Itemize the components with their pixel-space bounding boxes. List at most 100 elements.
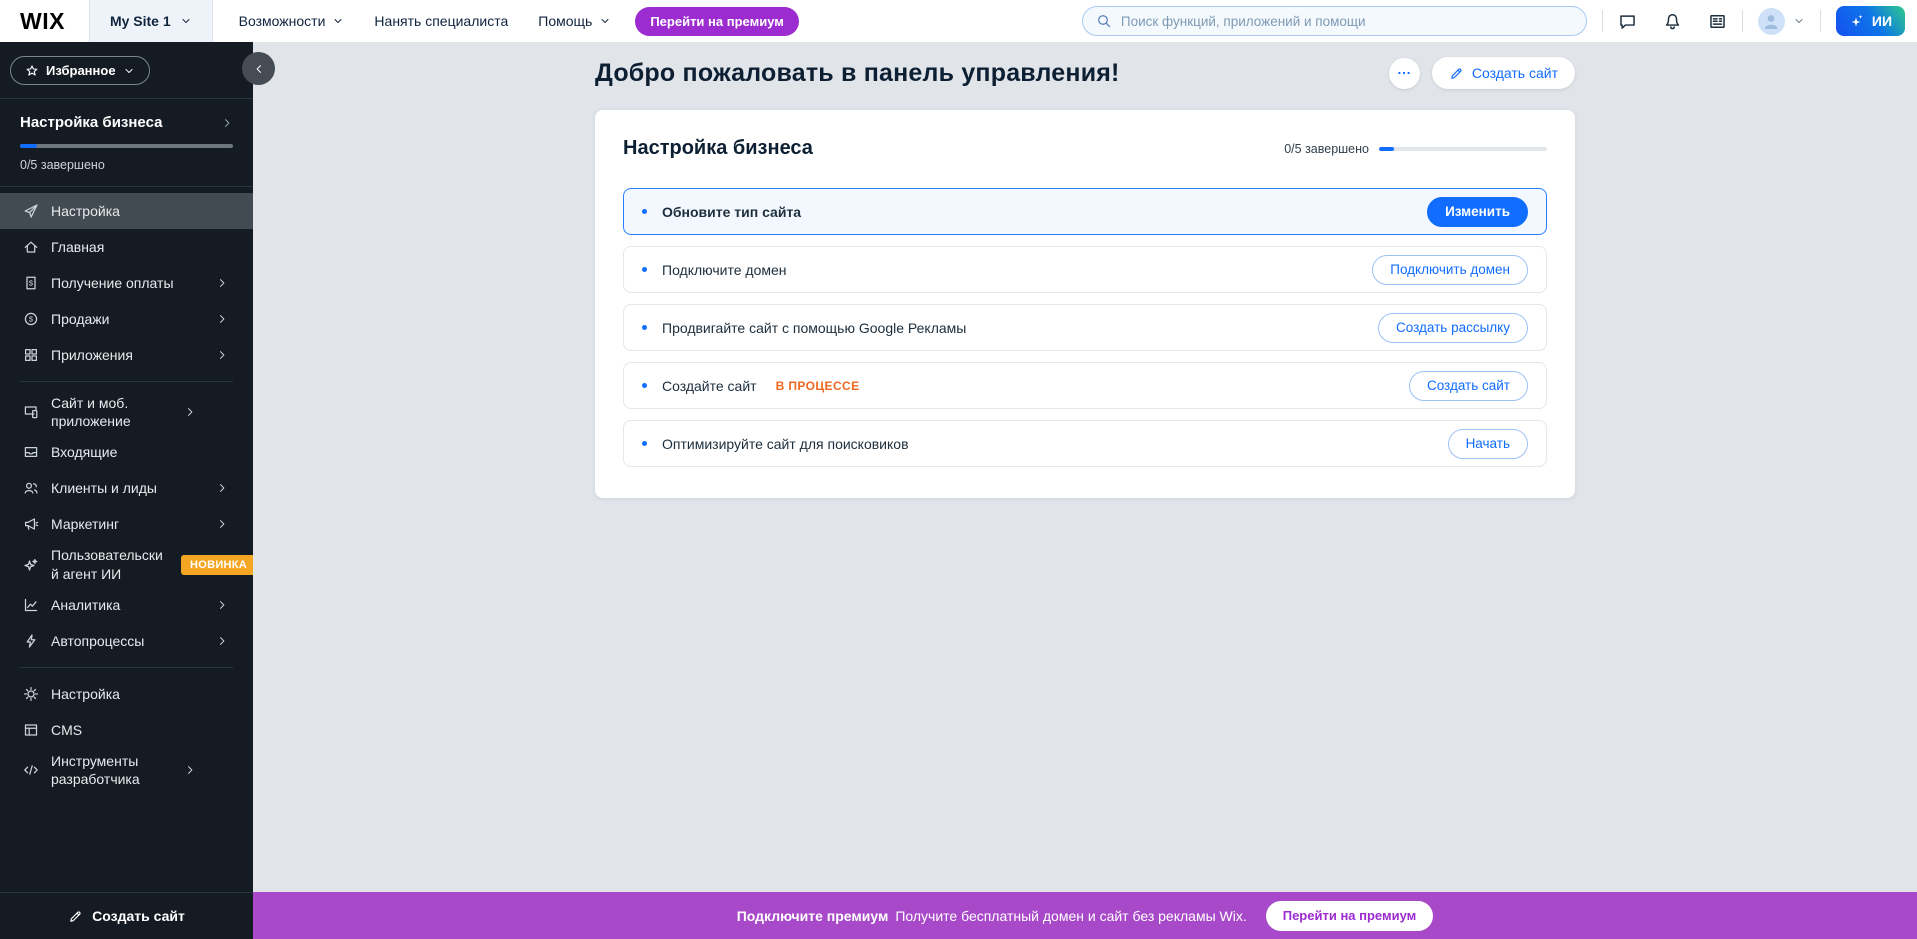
- people-icon: [22, 480, 39, 496]
- task-row[interactable]: Продвигайте сайт с помощью Google Реклам…: [623, 304, 1547, 351]
- ai-assistant-button[interactable]: ИИ: [1836, 6, 1905, 36]
- task-row[interactable]: Оптимизируйте сайт для поисковиков Начать: [623, 420, 1547, 467]
- header-nav-item-2[interactable]: Нанять специалиста: [374, 13, 508, 29]
- header-nav-item-3[interactable]: Помощь: [538, 13, 611, 29]
- task-bullet: [642, 209, 647, 214]
- chevron-right-icon: [213, 482, 230, 494]
- dots-icon: [1396, 65, 1412, 81]
- chevron-right-icon: [213, 349, 230, 361]
- sidebar-item-label: Инструменты разработчика: [51, 752, 169, 788]
- sidebar-footer-label: Создать сайт: [92, 908, 185, 924]
- task-action-button[interactable]: Подключить домен: [1372, 255, 1528, 285]
- favorites-button[interactable]: Избранное: [10, 56, 150, 85]
- sidebar-item-label: Сайт и моб. приложение: [51, 394, 169, 430]
- sidebar-item[interactable]: Клиенты и лиды: [0, 470, 253, 506]
- divider: [20, 381, 233, 382]
- svg-text:$: $: [28, 278, 33, 287]
- setup-progress-bar: [20, 144, 233, 148]
- chevron-right-icon: [181, 764, 198, 776]
- favorites-row: Избранное: [0, 42, 253, 98]
- home-icon: [22, 239, 39, 255]
- divider: [1742, 10, 1743, 32]
- news-icon[interactable]: [1708, 12, 1727, 31]
- sparkle-icon: [22, 557, 39, 573]
- task-row[interactable]: Обновите тип сайтаИзменить: [623, 188, 1547, 235]
- sidebar-item[interactable]: Главная: [0, 229, 253, 265]
- banner-premium-button[interactable]: Перейти на премиум: [1266, 901, 1434, 931]
- sidebar-item[interactable]: $Продажи: [0, 301, 253, 337]
- banner-text: Получите бесплатный домен и сайт без рек…: [895, 908, 1246, 924]
- sidebar-item[interactable]: Настройка: [0, 676, 253, 712]
- dollar-circle-icon: $: [22, 311, 39, 327]
- sidebar-item-label: Автопроцессы: [51, 632, 201, 650]
- search-box[interactable]: [1082, 6, 1587, 36]
- sidebar-item-label: Настройка: [51, 202, 201, 220]
- divider: [1820, 10, 1821, 32]
- sidebar-item-label: Настройка: [51, 685, 201, 703]
- task-action-button[interactable]: Изменить: [1427, 197, 1528, 227]
- more-options-button[interactable]: [1389, 58, 1420, 89]
- sidebar-item[interactable]: Аналитика: [0, 587, 253, 623]
- search-icon: [1096, 13, 1112, 29]
- sidebar-item[interactable]: Автопроцессы: [0, 623, 253, 659]
- apps-icon: [22, 347, 39, 363]
- chat-icon[interactable]: [1618, 12, 1637, 31]
- nav-item-label: Нанять специалиста: [374, 13, 508, 29]
- sidebar-item[interactable]: Входящие: [0, 434, 253, 470]
- chevron-down-icon: [599, 15, 611, 27]
- page-actions: Создать сайт: [1389, 57, 1575, 89]
- header-nav-item-1[interactable]: Возможности: [239, 13, 345, 29]
- chevron-right-icon: [181, 406, 198, 418]
- rocket-icon: [22, 203, 39, 219]
- sidebar-item[interactable]: Сайт и моб. приложение: [0, 390, 253, 434]
- sidebar-item[interactable]: Пользовательский агент ИИНОВИНКА: [0, 542, 253, 586]
- sidebar-item[interactable]: Маркетинг: [0, 506, 253, 542]
- task-row[interactable]: Подключите доменПодключить домен: [623, 246, 1547, 293]
- task-action-button[interactable]: Начать: [1448, 429, 1528, 459]
- sidebar-item[interactable]: Настройка: [0, 193, 253, 229]
- sidebar-item-label: Аналитика: [51, 596, 201, 614]
- divider: [1602, 10, 1603, 32]
- megaphone-icon: [22, 516, 39, 532]
- new-badge: НОВИНКА: [181, 555, 253, 575]
- bell-icon[interactable]: [1663, 12, 1682, 31]
- svg-text:$: $: [28, 315, 33, 324]
- chevron-down-icon: [1793, 15, 1805, 27]
- sidebar-item[interactable]: $ Получение оплаты: [0, 265, 253, 301]
- sidebar-item[interactable]: CMS: [0, 712, 253, 748]
- business-setup-card: Настройка бизнеса 0/5 завершено Обновите…: [595, 110, 1575, 498]
- task-row[interactable]: Создайте сайтВ ПРОЦЕССЕСоздать сайт: [623, 362, 1547, 409]
- cms-icon: [22, 722, 39, 738]
- setup-progress-link[interactable]: Настройка бизнеса: [20, 114, 233, 131]
- task-status-badge: В ПРОЦЕССЕ: [776, 379, 860, 393]
- site-menu[interactable]: My Site 1: [89, 0, 213, 42]
- sidebar-item[interactable]: Приложения: [0, 337, 253, 373]
- setup-progress-fill: [20, 144, 37, 148]
- sidebar-item-label: Приложения: [51, 346, 201, 364]
- analytics-icon: [22, 597, 39, 613]
- card-header: Настройка бизнеса 0/5 завершено: [623, 137, 1547, 160]
- nav-item-label: Возможности: [239, 13, 326, 29]
- chevron-down-icon: [180, 15, 192, 27]
- sidebar-collapse-button[interactable]: [242, 52, 275, 85]
- task-label: Оптимизируйте сайт для поисковиков: [662, 436, 909, 452]
- sidebar: Избранное Настройка бизнеса 0/5 завершен…: [0, 42, 253, 939]
- sidebar-item[interactable]: Инструменты разработчика: [0, 748, 253, 792]
- invoice-icon: $: [22, 275, 39, 291]
- account-menu[interactable]: [1758, 8, 1805, 35]
- task-action-button[interactable]: Создать рассылку: [1378, 313, 1528, 343]
- search-input[interactable]: [1121, 14, 1573, 29]
- setup-progress-block: Настройка бизнеса 0/5 завершено: [0, 99, 253, 186]
- gear-icon: [22, 686, 39, 702]
- sidebar-item-label: Получение оплаты: [51, 274, 201, 292]
- sparkles-icon: [1849, 13, 1865, 29]
- chevron-right-icon: [213, 635, 230, 647]
- pencil-icon: [68, 909, 83, 924]
- premium-pill-button[interactable]: Перейти на премиум: [635, 7, 799, 36]
- sidebar-create-site-button[interactable]: Создать сайт: [0, 892, 253, 939]
- create-site-button[interactable]: Создать сайт: [1432, 57, 1575, 89]
- task-action-button[interactable]: Создать сайт: [1409, 371, 1528, 401]
- page-header-row: Добро пожаловать в панель управления! Со…: [595, 57, 1575, 89]
- card-progress-fill: [1379, 147, 1394, 151]
- card-progress-label: 0/5 завершено: [1284, 142, 1369, 156]
